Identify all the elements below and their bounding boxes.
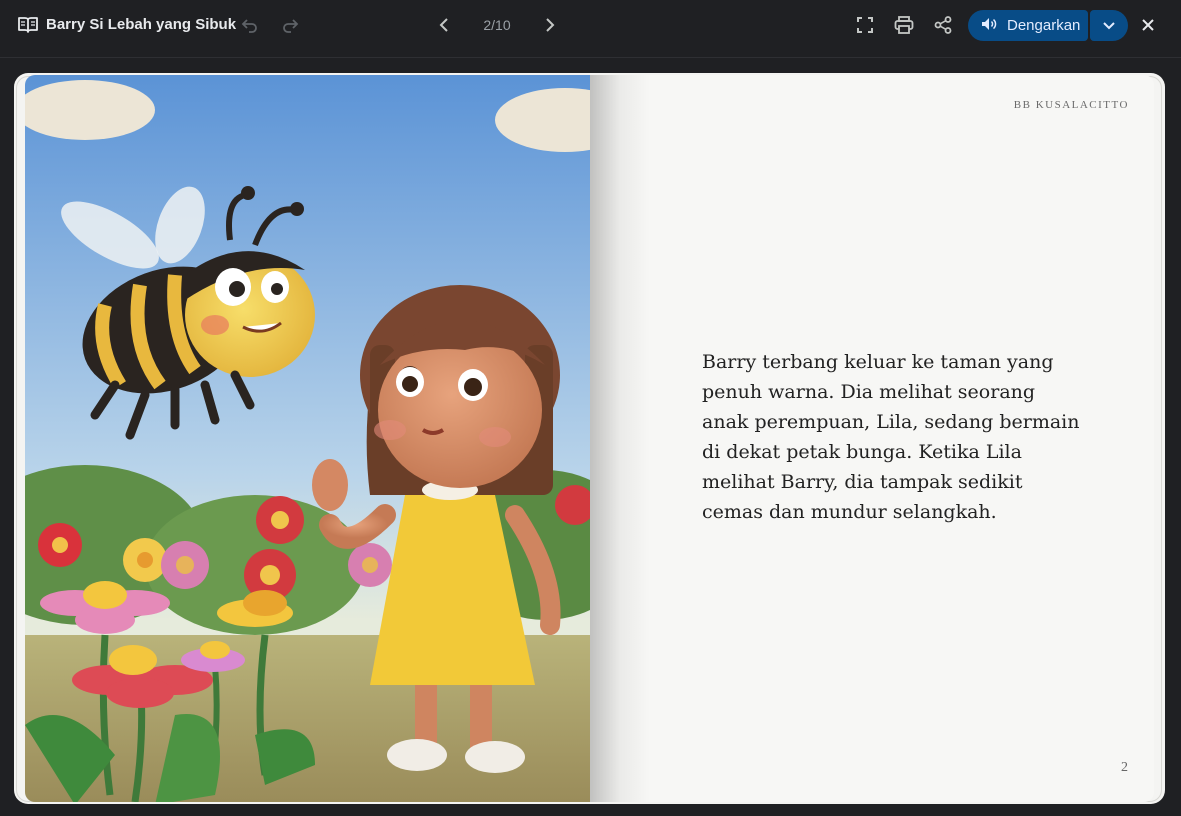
print-icon[interactable] [894,15,914,35]
listen-options-button[interactable] [1090,10,1128,41]
listen-label: Dengarkan [1007,17,1081,34]
redo-icon[interactable] [280,15,300,35]
story-text: Barry terbang keluar ke taman yang penuh… [702,347,1080,527]
illustration-page [25,75,590,802]
story-line: Barry terbang keluar ke taman yang [702,351,1054,373]
story-line: di dekat petak bunga. Ketika Lila [702,441,1022,463]
text-page: BB KUSALACITTO Barry terbang keluar ke t… [590,75,1154,802]
story-illustration [25,75,590,802]
fullscreen-icon[interactable] [855,15,875,35]
chevron-right-icon[interactable] [539,15,559,35]
reader-toolbar: Barry Si Lebah yang Sibuk 2/10 Dengarkan [0,0,1181,58]
story-line: penuh warna. Dia melihat seorang [702,381,1036,403]
share-icon[interactable] [933,15,953,35]
story-line: cemas dan mundur selangkah. [702,501,997,523]
chevron-left-icon[interactable] [435,15,455,35]
page-indicator: 2/10 [483,17,511,33]
undo-icon[interactable] [240,15,260,35]
chevron-down-icon [1103,17,1115,35]
story-line: anak perempuan, Lila, sedang bermain [702,411,1080,433]
story-line: melihat Barry, dia tampak sedikit [702,471,1023,493]
author-name: BB KUSALACITTO [1013,99,1129,111]
book-title: Barry Si Lebah yang Sibuk [46,16,237,33]
listen-button[interactable]: Dengarkan [968,10,1088,41]
book-icon [17,15,39,35]
page-gutter-shadow [590,75,650,802]
page-number: 2 [1121,760,1128,775]
close-icon[interactable] [1138,15,1158,35]
speaker-icon [981,17,997,35]
